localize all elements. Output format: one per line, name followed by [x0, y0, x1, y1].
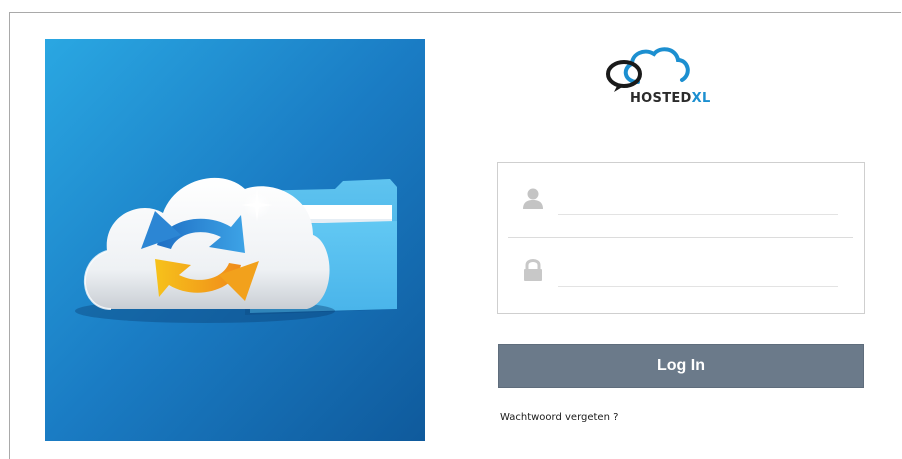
lock-icon	[520, 257, 546, 283]
cloud-sync-illustration	[45, 39, 425, 441]
user-icon	[520, 185, 546, 211]
password-input[interactable]	[558, 255, 838, 287]
password-row	[498, 247, 864, 307]
login-button[interactable]: Log In	[498, 344, 864, 388]
field-divider	[508, 237, 853, 238]
hostedxl-logo: HOSTEDXL	[600, 44, 760, 116]
cloud-chat-logo-icon	[606, 47, 690, 92]
hero-image	[45, 39, 425, 441]
username-row	[498, 175, 864, 235]
forgot-password-link[interactable]: Wachtwoord vergeten ?	[500, 412, 618, 423]
brand-name-main: HOSTED	[630, 91, 692, 106]
brand-name-accent: XL	[691, 91, 711, 106]
brand-name: HOSTEDXL	[630, 91, 711, 106]
login-form	[497, 162, 865, 314]
username-input[interactable]	[558, 183, 838, 215]
